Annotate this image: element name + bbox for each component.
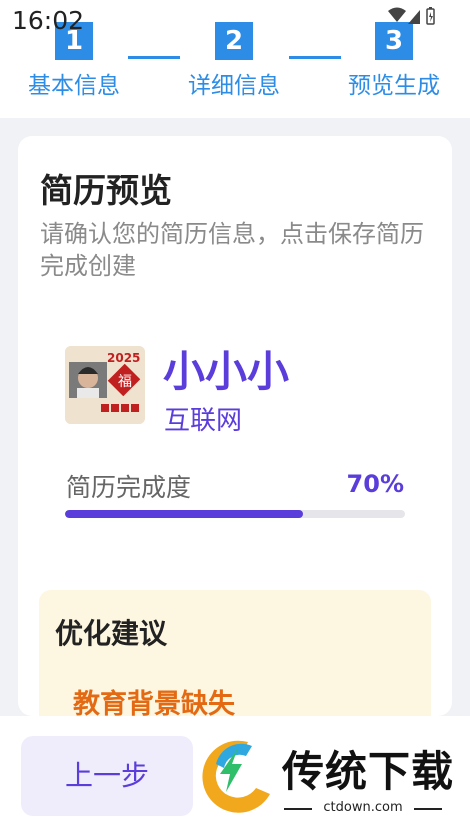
svg-text:2025: 2025 <box>107 351 140 365</box>
bottom-action-bar: 上一步 传统下载 ctdown.com <box>0 716 470 836</box>
resume-preview-card: 简历预览 请确认您的简历信息，点击保存简历完成创建 2025 福 小小小 互联网… <box>18 136 452 716</box>
previous-step-button[interactable]: 上一步 <box>21 736 193 816</box>
profile-industry: 互联网 <box>164 406 243 436</box>
suggestion-item[interactable]: 教育背景缺失 <box>73 682 235 716</box>
suggestions-title: 优化建议 <box>55 617 168 650</box>
card-title: 简历预览 <box>40 171 172 210</box>
progress-fill <box>65 510 303 518</box>
progress-value: 70% <box>346 470 404 498</box>
watermark: 传统下载 ctdown.com <box>196 734 456 824</box>
signal-icon <box>408 10 420 24</box>
progress-track <box>65 510 405 518</box>
status-time: 16:02 <box>12 6 85 35</box>
svg-text:福: 福 <box>118 374 132 390</box>
optimization-suggestions: 优化建议 教育背景缺失 <box>39 590 431 716</box>
watermark-title: 传统下载 <box>282 747 455 796</box>
status-bar: 16:02 <box>0 0 470 40</box>
progress-label: 简历完成度 <box>66 473 192 502</box>
step-3-label: 预览生成 <box>348 73 440 99</box>
wifi-icon <box>388 7 406 22</box>
watermark-url: ctdown.com <box>284 800 442 815</box>
step-1-label: 基本信息 <box>28 73 120 99</box>
avatar: 2025 福 <box>65 346 145 424</box>
system-status-icons <box>388 7 435 25</box>
battery-icon <box>426 7 435 25</box>
watermark-logo-icon <box>202 740 270 813</box>
profile-name: 小小小 <box>163 347 290 396</box>
avatar-image: 2025 福 <box>65 346 145 424</box>
card-subtitle: 请确认您的简历信息，点击保存简历完成创建 <box>40 220 424 280</box>
step-2-label: 详细信息 <box>188 73 280 99</box>
